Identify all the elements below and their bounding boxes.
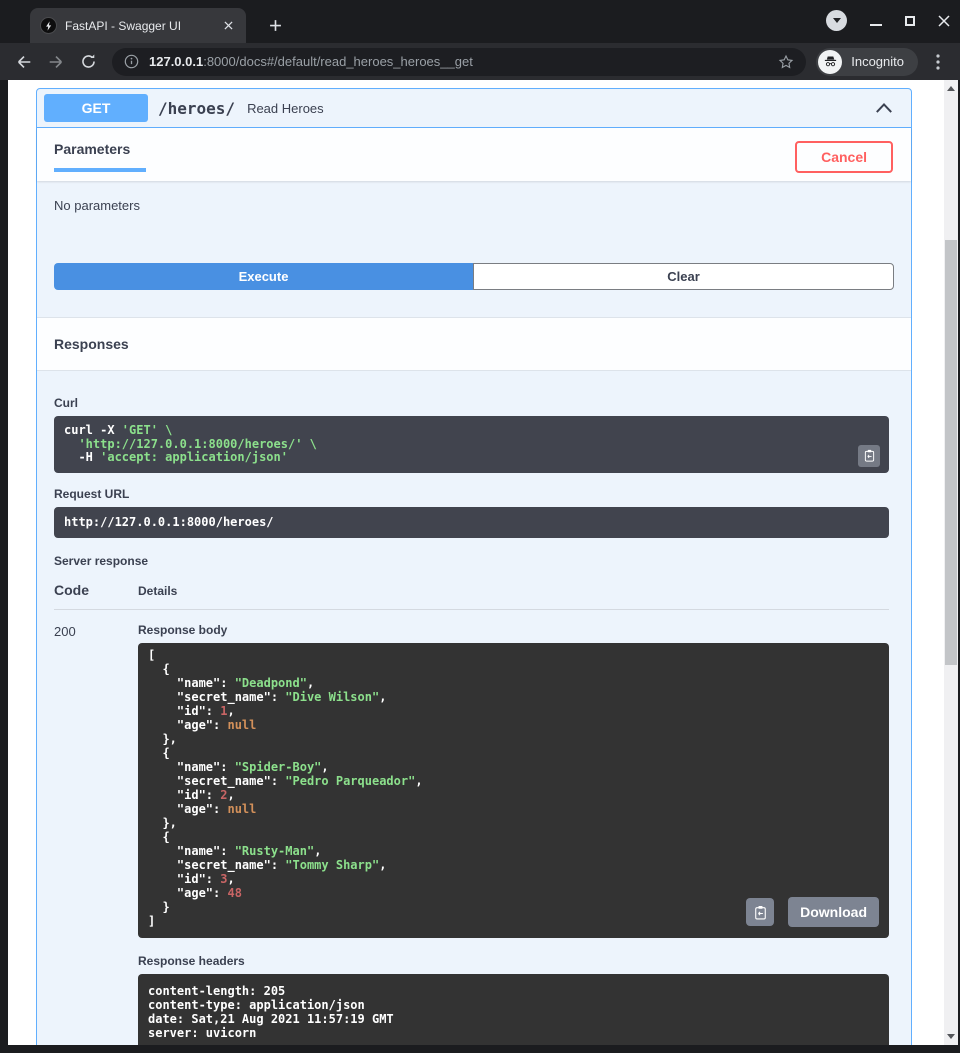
- scrollbar-thumb[interactable]: [945, 240, 957, 665]
- window-controls: [826, 10, 950, 31]
- url-host: 127.0.0.1: [149, 54, 203, 69]
- collapse-chevron-icon[interactable]: [875, 102, 893, 114]
- tab-strip: FastAPI - Swagger UI: [0, 0, 960, 43]
- details-column-header: Details: [138, 584, 177, 598]
- incognito-label: Incognito: [851, 54, 904, 69]
- incognito-icon: [818, 50, 842, 74]
- scrollbar-down-arrow-icon[interactable]: [947, 1034, 955, 1039]
- page-scrollbar[interactable]: [944, 80, 958, 1045]
- url-text[interactable]: 127.0.0.1:8000/docs#/default/read_heroes…: [149, 54, 768, 69]
- table-divider: [54, 609, 889, 610]
- fastapi-favicon-icon: [40, 17, 57, 34]
- new-tab-button[interactable]: [263, 13, 287, 37]
- browser-toolbar: 127.0.0.1:8000/docs#/default/read_heroes…: [0, 43, 960, 80]
- no-parameters-text: No parameters: [37, 181, 911, 213]
- method-badge: GET: [44, 94, 148, 122]
- request-url-code: http://127.0.0.1:8000/heroes/: [64, 516, 879, 530]
- opblock-get-heroes: GET /heroes/ Read Heroes Parameters Canc…: [36, 88, 912, 1045]
- status-code: 200: [54, 623, 138, 1045]
- scrollbar-up-arrow-icon[interactable]: [947, 86, 955, 91]
- response-body-code: [ { "name": "Deadpond", "secret_name": "…: [148, 648, 879, 928]
- response-body-block: [ { "name": "Deadpond", "secret_name": "…: [138, 643, 889, 938]
- browser-tab[interactable]: FastAPI - Swagger UI: [30, 8, 246, 43]
- url-path: :8000/docs#/default/read_heroes_heroes__…: [203, 54, 473, 69]
- tab-title: FastAPI - Swagger UI: [65, 19, 212, 33]
- bookmark-star-icon[interactable]: [778, 54, 794, 70]
- chrome-caret-button[interactable]: [826, 10, 847, 31]
- close-window-button[interactable]: [938, 15, 950, 27]
- minimize-button[interactable]: [870, 24, 882, 26]
- clear-button[interactable]: Clear: [473, 263, 894, 290]
- back-button[interactable]: [10, 48, 38, 76]
- forward-button[interactable]: [42, 48, 70, 76]
- curl-block: curl -X 'GET' \ 'http://127.0.0.1:8000/h…: [54, 416, 889, 473]
- cancel-button[interactable]: Cancel: [795, 141, 893, 173]
- execute-button[interactable]: Execute: [54, 263, 473, 290]
- maximize-button[interactable]: [905, 16, 915, 26]
- incognito-badge: Incognito: [816, 48, 918, 76]
- swagger-page: GET /heroes/ Read Heroes Parameters Canc…: [8, 80, 944, 1045]
- tab-parameters[interactable]: Parameters: [54, 141, 146, 172]
- response-table-header: Code Details: [54, 582, 889, 598]
- parameters-header: Parameters Cancel: [37, 128, 911, 181]
- site-info-icon[interactable]: [124, 54, 139, 69]
- download-button[interactable]: Download: [788, 897, 879, 927]
- browser-window: FastAPI - Swagger UI: [0, 0, 960, 1053]
- response-headers-label: Response headers: [138, 954, 889, 968]
- server-response-label: Server response: [54, 554, 889, 568]
- request-url-label: Request URL: [54, 487, 889, 501]
- copy-curl-button[interactable]: [858, 445, 880, 467]
- browser-menu-icon[interactable]: [926, 50, 950, 74]
- response-row-200: 200 Response body [ { "name": "Deadpond"…: [54, 623, 889, 1045]
- reload-button[interactable]: [74, 48, 102, 76]
- response-body-label: Response body: [138, 623, 889, 637]
- endpoint-summary: Read Heroes: [247, 101, 324, 116]
- copy-response-button[interactable]: [746, 898, 774, 926]
- execute-row: Execute Clear: [54, 263, 894, 290]
- opblock-summary[interactable]: GET /heroes/ Read Heroes: [37, 89, 911, 128]
- code-column-header: Code: [54, 582, 138, 598]
- responses-body: Curl curl -X 'GET' \ 'http://127.0.0.1:8…: [37, 371, 911, 1045]
- tab-close-icon[interactable]: [220, 18, 236, 34]
- curl-code: curl -X 'GET' \ 'http://127.0.0.1:8000/h…: [64, 424, 879, 465]
- endpoint-path: /heroes/: [158, 99, 235, 118]
- url-bar[interactable]: 127.0.0.1:8000/docs#/default/read_heroes…: [112, 48, 806, 76]
- response-headers-code: content-length: 205content-type: applica…: [148, 984, 879, 1040]
- responses-title: Responses: [37, 317, 911, 371]
- response-body-actions: Download: [746, 897, 879, 927]
- response-details: Response body [ { "name": "Deadpond", "s…: [138, 623, 889, 1045]
- curl-label: Curl: [54, 396, 889, 410]
- response-headers-block: content-length: 205content-type: applica…: [138, 974, 889, 1045]
- request-url-block: http://127.0.0.1:8000/heroes/: [54, 507, 889, 539]
